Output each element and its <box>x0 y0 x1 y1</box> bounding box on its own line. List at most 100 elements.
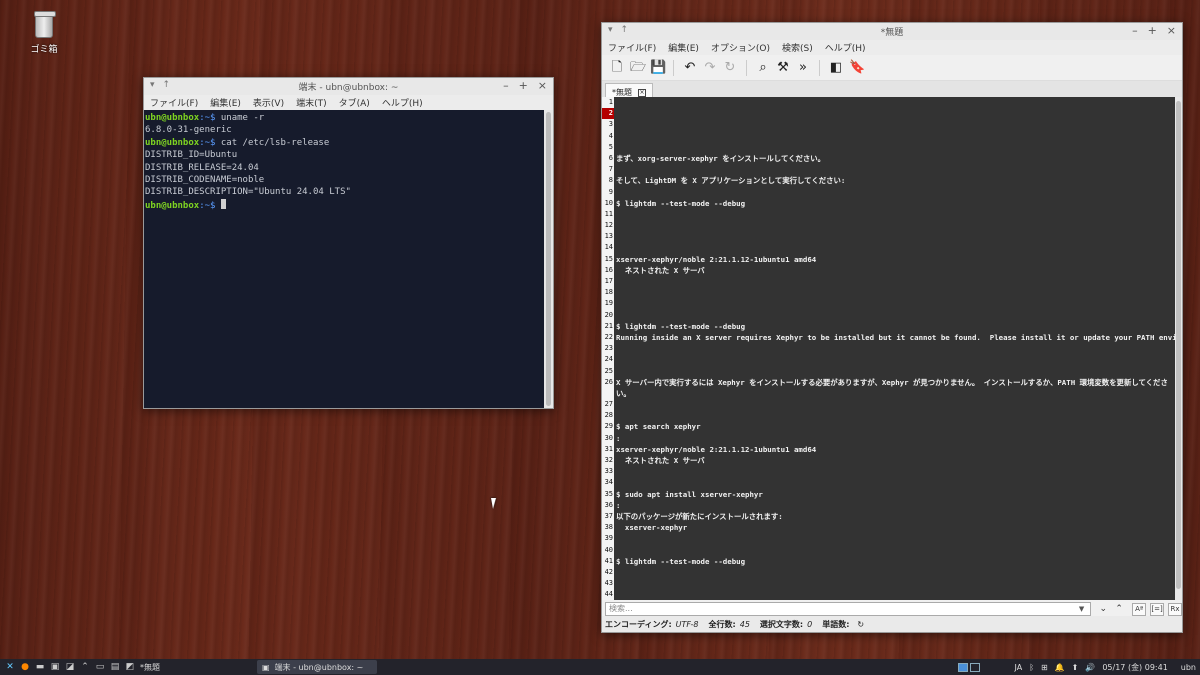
goto-icon[interactable]: » <box>796 60 810 75</box>
search-next-icon[interactable]: ⌄ <box>1096 604 1110 614</box>
editor-titlebar[interactable]: ▾ ↑ *無題 – + × <box>602 23 1182 40</box>
editor-line[interactable] <box>616 589 1177 600</box>
menu-edit[interactable]: 編集(E) <box>668 41 699 54</box>
task-terminal[interactable]: ▣ 端末 - ubn@ubnbox: ~ <box>257 660 377 674</box>
refresh-icon[interactable]: ↻ <box>857 620 864 629</box>
editor-line[interactable] <box>616 466 1177 477</box>
volume-icon[interactable]: 🔊 <box>1085 663 1095 672</box>
monitor-icon[interactable]: ▭ <box>95 662 105 672</box>
editor-line[interactable] <box>616 567 1177 578</box>
sidepane-icon[interactable]: ◧ <box>829 60 843 75</box>
editor-content[interactable]: まず、xorg-server-xephyr をインストールしてください。 そして、… <box>616 97 1177 600</box>
terminal-titlebar[interactable]: ▾ ↑ 端末 - ubn@ubnbox: ~ – + × <box>144 78 553 95</box>
save-icon[interactable]: 💾 <box>650 60 666 75</box>
editor-line[interactable]: ネストされた X サーバ <box>616 455 1177 466</box>
search-history-dropdown-icon[interactable]: ▼ <box>1079 605 1084 613</box>
terminal-output[interactable]: ubn@ubnbox:~$ uname -r 6.8.0-31-generic ub… <box>144 110 544 408</box>
editor-line[interactable]: : <box>616 500 1177 511</box>
workspace-2[interactable] <box>970 662 981 672</box>
open-folder-icon[interactable]: 🗁 <box>630 60 646 75</box>
editor-line[interactable] <box>616 310 1177 321</box>
menu-file[interactable]: ファイル(F) <box>150 96 198 109</box>
editor-line[interactable]: い。 <box>616 388 1177 399</box>
editor-line[interactable]: : <box>616 433 1177 444</box>
user-name[interactable]: ubn <box>1181 663 1196 672</box>
editor-line[interactable]: ネストされた X サーバ <box>616 265 1177 276</box>
maximize-icon[interactable]: + <box>519 79 528 92</box>
task-editor[interactable]: *無題 <box>135 660 165 674</box>
menu-search[interactable]: 検索(S) <box>782 41 813 54</box>
maximize-icon[interactable]: + <box>1148 24 1157 37</box>
editor-line[interactable] <box>616 399 1177 410</box>
editor-line[interactable] <box>616 287 1177 298</box>
app-menu-icon[interactable]: ✕ <box>5 662 15 672</box>
editor-line[interactable] <box>616 298 1177 309</box>
menu-help[interactable]: ヘルプ(H) <box>825 41 866 54</box>
revert-icon[interactable]: ↻ <box>723 60 737 75</box>
input-lang-indicator[interactable]: JA <box>1014 663 1022 672</box>
whole-word-icon[interactable]: [=] <box>1150 602 1165 616</box>
workspace-1[interactable] <box>958 662 969 672</box>
editor-line[interactable] <box>616 477 1177 488</box>
menu-tabs[interactable]: タブ(A) <box>339 96 370 109</box>
editor-line[interactable]: $ lightdm --test-mode --debug <box>616 556 1177 567</box>
editor-line[interactable] <box>616 231 1177 242</box>
editor-line[interactable]: xserver-xephyr/noble 2:21.1.12-1ubuntu1 … <box>616 444 1177 455</box>
editor-line[interactable]: まず、xorg-server-xephyr をインストールしてください。 <box>616 153 1177 164</box>
up-arrow-icon[interactable]: ⌃ <box>80 662 90 672</box>
search-prev-icon[interactable]: ⌃ <box>1112 604 1126 614</box>
editor-line[interactable] <box>616 545 1177 556</box>
bookmark-icon[interactable]: 🔖 <box>849 60 865 75</box>
editor-line[interactable] <box>616 209 1177 220</box>
editor-scrollbar[interactable] <box>1175 97 1182 620</box>
undo-icon[interactable]: ↶ <box>683 60 697 75</box>
editor-line[interactable] <box>616 97 1177 108</box>
tab-close-icon[interactable]: × <box>638 88 646 97</box>
menu-edit[interactable]: 編集(E) <box>210 96 241 109</box>
trash-desktop-icon[interactable]: ゴミ箱 <box>24 11 64 55</box>
firefox-icon[interactable]: ● <box>20 662 30 672</box>
search-input[interactable]: 検索... <box>605 602 1091 616</box>
editor-line[interactable] <box>616 242 1177 253</box>
editor-line[interactable]: 以下のパッケージが新たにインストールされます: <box>616 511 1177 522</box>
editor-line[interactable] <box>616 142 1177 153</box>
menu-view[interactable]: 表示(V) <box>253 96 284 109</box>
menu-file[interactable]: ファイル(F) <box>608 41 656 54</box>
editor-line[interactable]: xserver-xephyr/noble 2:21.1.12-1ubuntu1 … <box>616 254 1177 265</box>
menu-options[interactable]: オプション(O) <box>711 41 770 54</box>
editor-line[interactable] <box>616 276 1177 287</box>
close-icon[interactable]: × <box>538 79 547 92</box>
editor-window[interactable]: ▾ ↑ *無題 – + × ファイル(F) 編集(E) オプション(O) 検索(S… <box>601 22 1183 633</box>
terminal-scrollbar[interactable] <box>544 110 553 408</box>
editor-line[interactable] <box>616 108 1177 119</box>
editor-line[interactable]: X サーバー内で実行するには Xephyr をインストールする必要がありますが、… <box>616 377 1177 388</box>
editor-line[interactable]: $ apt search xephyr <box>616 421 1177 432</box>
find-replace-icon[interactable]: ⚒ <box>776 60 790 75</box>
editor-line[interactable] <box>616 119 1177 130</box>
editor-line[interactable] <box>616 578 1177 589</box>
menu-help[interactable]: ヘルプ(H) <box>382 96 423 109</box>
editor-line[interactable] <box>616 187 1177 198</box>
minimize-icon[interactable]: – <box>1132 24 1138 37</box>
clock[interactable]: 05/17 (金) 09:41 <box>1102 662 1167 673</box>
new-file-icon[interactable]: 🗋 <box>610 60 624 75</box>
find-icon[interactable]: ⌕ <box>756 60 770 75</box>
editor-launcher-icon[interactable]: ◪ <box>65 662 75 672</box>
editor-line[interactable]: $ lightdm --test-mode --debug <box>616 321 1177 332</box>
bluetooth-icon[interactable]: ᛒ <box>1029 663 1034 672</box>
regex-icon[interactable]: Rx <box>1168 602 1183 616</box>
editor-text-area[interactable]: 1 2 3 4 5 6 7 8 9 10 11 12 13 14 15 16 17 18 19 20 21 22 23 24 2… <box>602 97 1177 620</box>
match-case-icon[interactable]: Aª <box>1132 602 1147 616</box>
editor-line[interactable] <box>616 533 1177 544</box>
terminal-window[interactable]: ▾ ↑ 端末 - ubn@ubnbox: ~ – + × ファイル(F) 編集(E… <box>143 77 554 409</box>
pin-icon[interactable]: ↑ <box>621 25 629 35</box>
minimize-icon[interactable]: – <box>503 79 509 92</box>
editor-line[interactable]: Running inside an X server requires Xeph… <box>616 332 1177 343</box>
close-icon[interactable]: × <box>1167 24 1176 37</box>
editor-line[interactable] <box>616 164 1177 175</box>
editor-line[interactable]: $ sudo apt install xserver-xephyr <box>616 489 1177 500</box>
editor-line[interactable]: そして、LightDM を X アプリケーションとして実行してください: <box>616 175 1177 186</box>
editor-line[interactable] <box>616 343 1177 354</box>
terminal-launcher-icon[interactable]: ▣ <box>50 662 60 672</box>
encoding-value[interactable]: UTF-8 <box>676 620 699 629</box>
